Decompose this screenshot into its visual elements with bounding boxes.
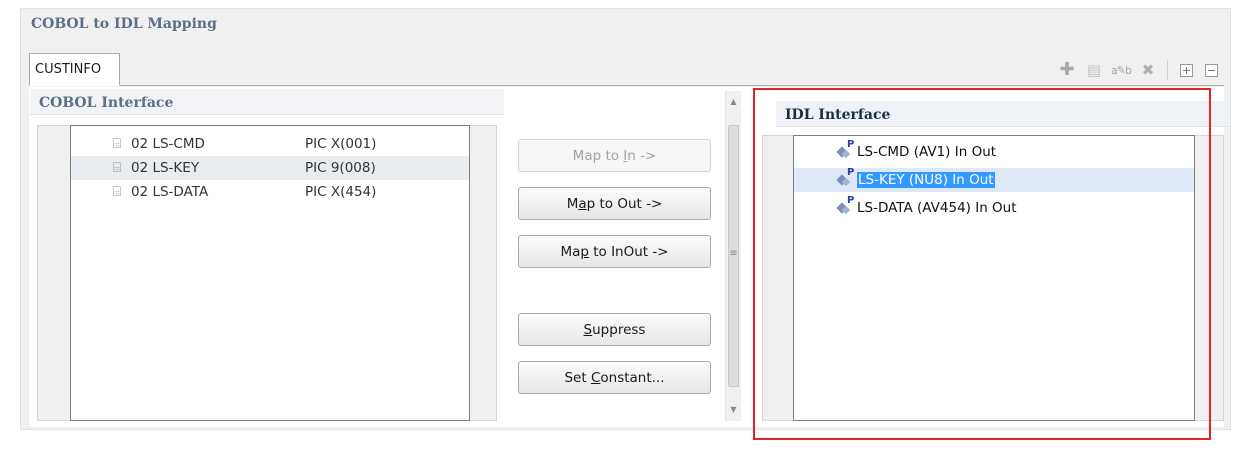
scroll-down-icon[interactable]: ▼: [726, 405, 741, 414]
button-label-start: Map to: [572, 147, 624, 164]
set-constant-button[interactable]: Set Constant...: [518, 361, 711, 394]
cobol-tree-item[interactable]: ⌸ 02 LS-KEY PIC 9(008): [71, 156, 469, 180]
toolbar-separator: [1167, 60, 1168, 80]
button-label-end: n ->: [627, 147, 657, 164]
button-label-end: to InOut ->: [588, 243, 669, 260]
cobol-tree[interactable]: ⌸ 02 LS-CMD PIC X(001) ⌸ 02 LS-KEY PIC 9(008)…: [70, 125, 470, 421]
tab-bar: CUSTINFO ✚ ▤ a✎b ✖ + −: [29, 53, 1224, 86]
cobol-field-name: 02 LS-CMD: [131, 136, 205, 152]
scrollbar-thumb[interactable]: ≡: [728, 125, 739, 387]
delete-icon[interactable]: ✖: [1139, 61, 1157, 79]
cobol-tree-item[interactable]: ⌸ 02 LS-DATA PIC X(454): [71, 180, 469, 204]
cobol-field-name: 02 LS-KEY: [131, 160, 200, 176]
suppress-button[interactable]: Suppress: [518, 313, 711, 346]
button-mnemonic: a: [578, 195, 587, 212]
cobol-tree-item[interactable]: ⌸ 02 LS-CMD PIC X(001): [71, 132, 469, 156]
expand-all-icon[interactable]: +: [1180, 63, 1193, 77]
button-label-end: p to Out ->: [586, 195, 663, 212]
button-label-start: Set: [564, 369, 591, 386]
map-to-out-button[interactable]: Map to Out ->: [518, 187, 711, 220]
vertical-scrollbar[interactable]: ▲ ≡ ▼: [725, 91, 741, 421]
rename-icon[interactable]: a✎b: [1111, 61, 1132, 79]
cobol-field-icon: ⌸: [113, 160, 122, 176]
idl-interface-highlight-box: [753, 88, 1211, 440]
cobol-field-icon: ⌸: [113, 184, 122, 200]
map-to-in-button[interactable]: Map to In ->: [518, 139, 711, 172]
button-mnemonic: S: [583, 321, 593, 338]
cobol-field-pic: PIC 9(008): [305, 160, 376, 176]
button-label-start: M: [566, 195, 579, 212]
cobol-field-name: 02 LS-DATA: [131, 184, 209, 200]
button-mnemonic: p: [580, 243, 589, 260]
editor-toolbar: ✚ ▤ a✎b ✖ + −: [1049, 60, 1218, 80]
cobol-interface-header: COBOL Interface: [30, 89, 504, 115]
copy-document-icon[interactable]: ▤: [1085, 61, 1103, 79]
tab-custinfo[interactable]: CUSTINFO: [29, 53, 120, 86]
button-label-end: onstant...: [600, 369, 665, 386]
cobol-field-pic: PIC X(001): [305, 136, 377, 152]
map-to-inout-button[interactable]: Ma p to InOut ->: [518, 235, 711, 268]
add-icon[interactable]: ✚: [1058, 61, 1076, 79]
button-mnemonic: C: [590, 369, 601, 386]
scroll-up-icon[interactable]: ▲: [726, 97, 741, 106]
cobol-field-pic: PIC X(454): [305, 184, 377, 200]
collapse-all-icon[interactable]: −: [1205, 63, 1218, 77]
scrollbar-grip-icon: ≡: [729, 248, 738, 259]
button-label-start: Ma: [560, 243, 581, 260]
button-label-end: uppress: [592, 321, 646, 338]
editor-title: COBOL to IDL Mapping: [31, 16, 217, 32]
cobol-field-icon: ⌸: [113, 136, 122, 152]
cobol-tree-container: ⌸ 02 LS-CMD PIC X(001) ⌸ 02 LS-KEY PIC 9(008)…: [37, 125, 497, 421]
